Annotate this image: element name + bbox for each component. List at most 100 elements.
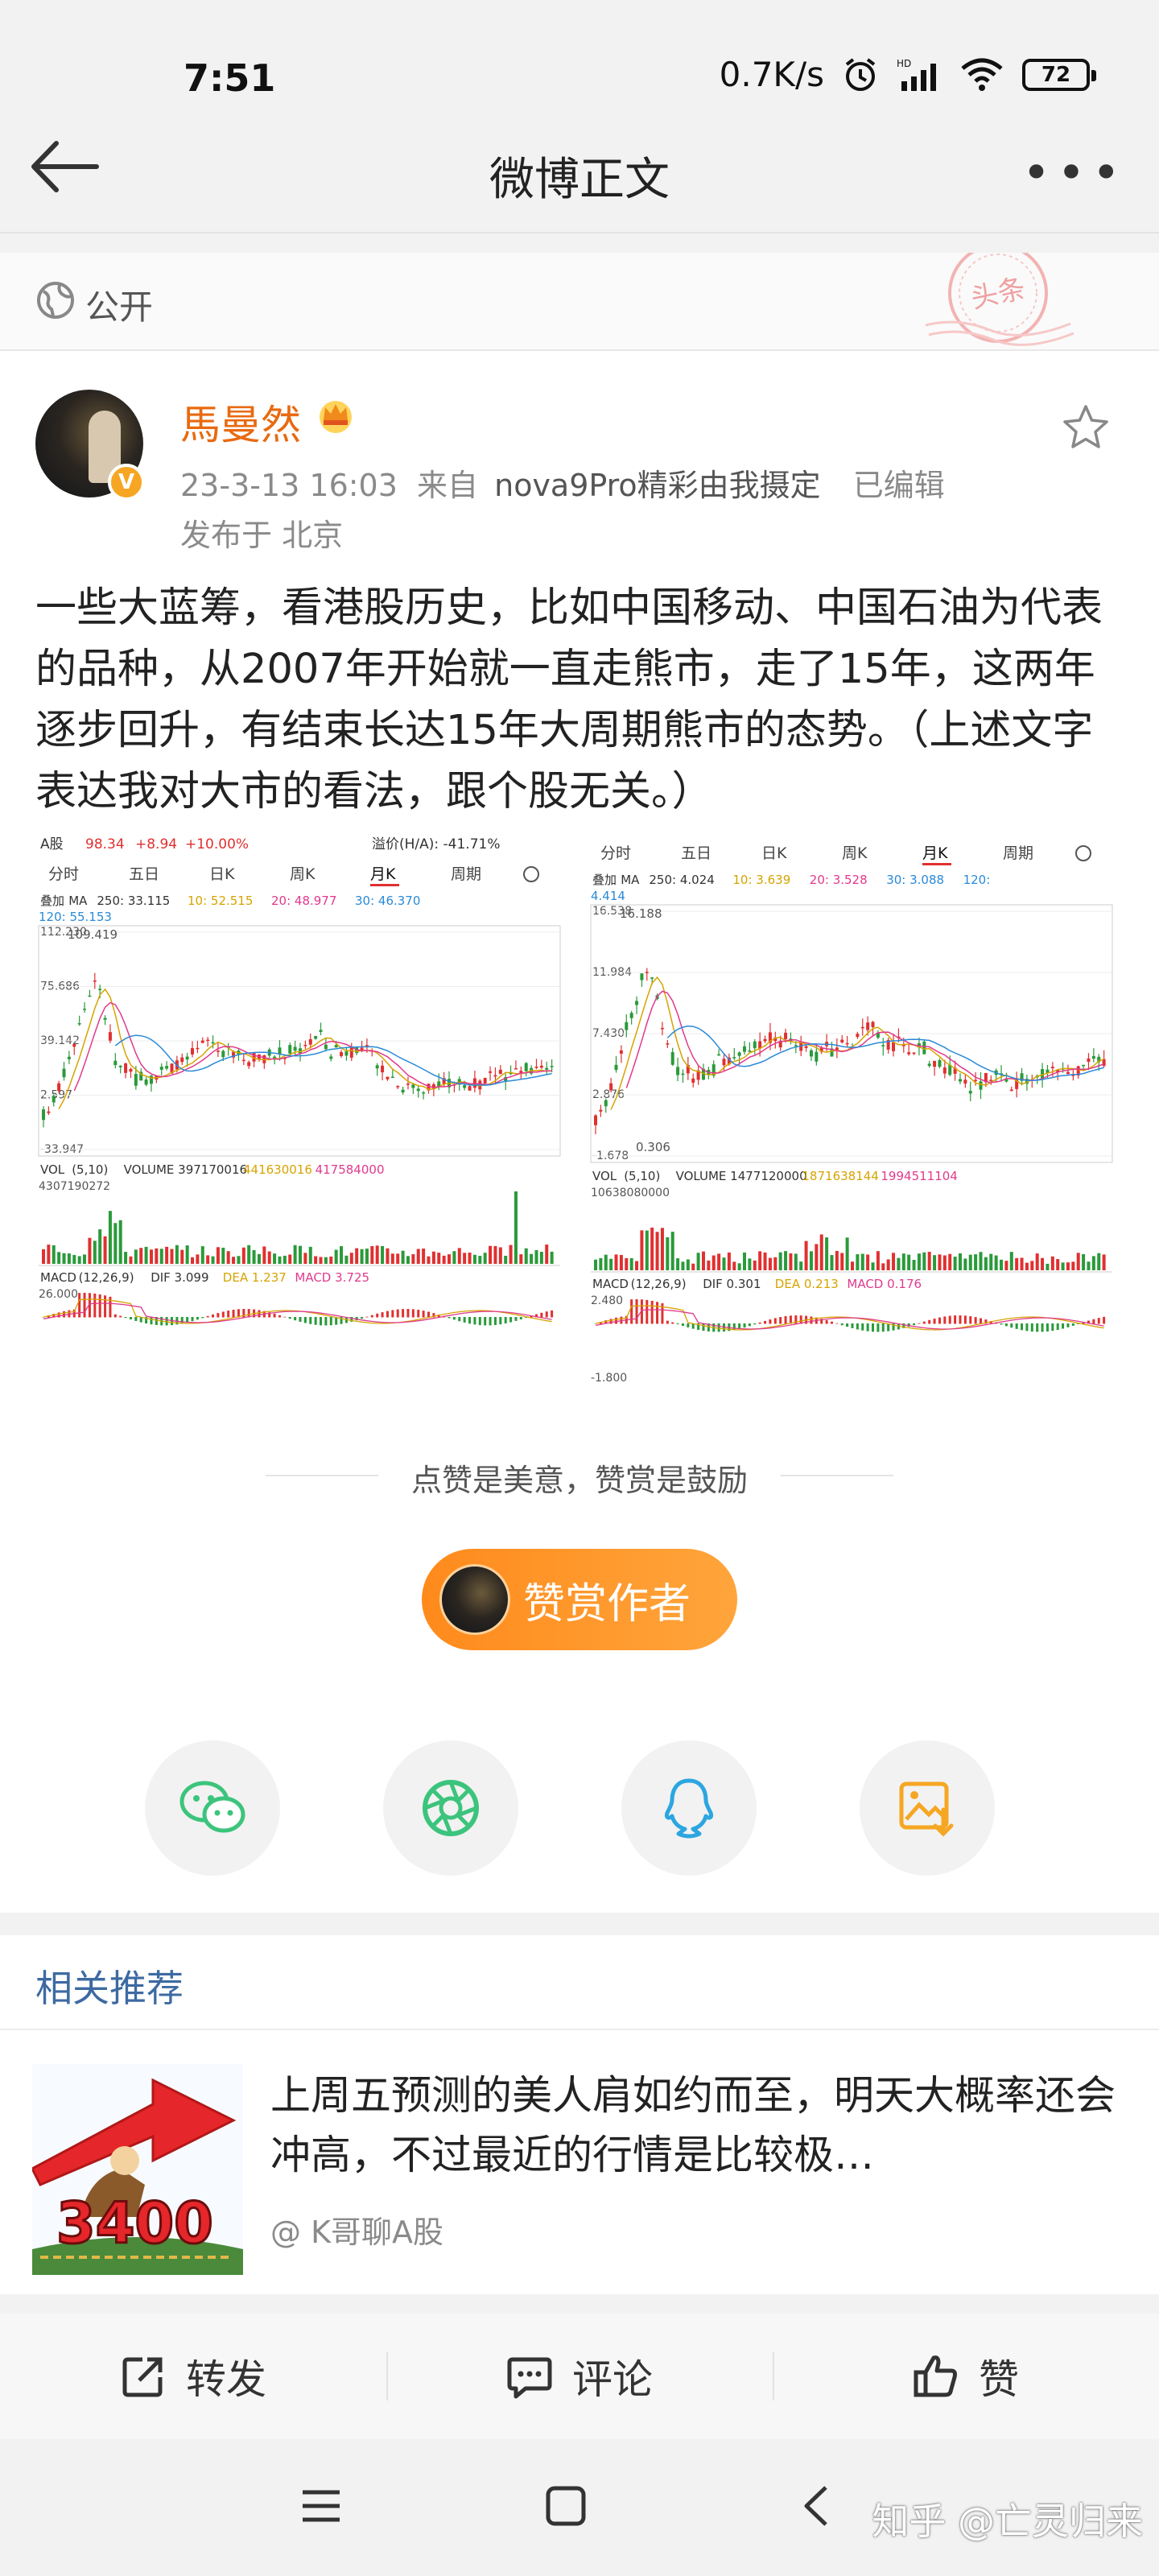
chart-pct: +10.00% [185,836,249,852]
chart-settings-icon [1075,845,1091,861]
candle-body [72,1043,76,1047]
candle-body [463,1085,467,1088]
volume-bar [794,1253,798,1270]
stock-chart-image-right[interactable]: 分时 五日 日K 周K 月K 周期 叠加 MA 250: 4.024 10: 3.639 20: 3… [588,834,1119,1385]
author-name[interactable]: 馬曼然 [180,393,301,451]
section-divider [0,1913,1159,1935]
candle-body [185,1056,189,1060]
macd-bar [954,1315,957,1324]
section-divider [0,2294,1159,2314]
post-source[interactable]: nova9Pro精彩由我摄定 [494,468,821,503]
macd-bar [422,1311,425,1318]
chart-ma-label: 30: 46.370 [355,894,420,908]
chart-macd-label: DEA 0.213 [775,1277,839,1291]
volume-bar [88,1237,92,1264]
candle-body [635,1001,639,1005]
share-wechat-button[interactable] [145,1740,280,1876]
volume-bar [1087,1261,1091,1270]
candle-body [534,1067,538,1068]
volume-bar [933,1255,937,1270]
chart-premium: 溢价(H/A): -41.71% [372,836,501,852]
chart-ma-label: 120: [963,873,991,887]
home-icon[interactable] [544,2484,588,2528]
system-nav-bar: 知乎 @亡灵归来 [0,2439,1159,2576]
edited-label: 已编辑 [852,468,945,503]
volume-bar [83,1254,87,1264]
macd-bar [851,1323,854,1328]
chart-macd-label: DEA 1.237 [223,1270,287,1285]
macd-bar [258,1310,261,1318]
candle-body [134,1074,138,1086]
macd-bar [1092,1319,1095,1324]
comment-label: 评论 [572,2356,653,2403]
share-qq-button[interactable] [621,1740,757,1876]
candle-body [927,1063,931,1067]
volume-bar [640,1230,644,1270]
candle-body [979,1081,983,1090]
macd-bar [913,1323,916,1326]
candle-body [1050,1067,1054,1069]
related-item-source[interactable]: @ K哥聊A股 [270,2207,443,2252]
macd-bar [309,1317,312,1324]
volume-bar [324,1257,328,1264]
chart-ma-label: 30: 3.088 [886,873,944,887]
volume-bar [226,1251,230,1264]
comment-button[interactable]: 评论 [386,2347,773,2405]
related-title: 相关推荐 [35,1967,184,2010]
repost-button[interactable]: 转发 [0,2347,386,2405]
favorite-star-icon[interactable] [1061,402,1111,452]
chart-ma-label: 250: 4.024 [649,873,714,887]
candle-body [609,1083,613,1091]
macd-bar [645,1299,649,1324]
volume-bar [427,1256,431,1264]
back-icon[interactable] [795,2484,839,2528]
like-button[interactable]: 赞 [773,2347,1159,2405]
candle-body [52,1096,56,1103]
chart-ma-label: MA [68,894,88,908]
candle-body [67,1056,71,1059]
volume-bar [72,1254,76,1264]
macd-bar [417,1310,420,1318]
volume-bar [221,1247,225,1264]
volume-bar [422,1249,426,1264]
volume-bar [968,1254,972,1270]
candle-body [514,1068,518,1070]
volume-bar [47,1245,51,1264]
volume-bar [98,1229,102,1264]
macd-bar [872,1323,875,1332]
macd-bar [406,1309,410,1318]
save-image-button[interactable] [860,1740,995,1876]
candle-body [550,1066,554,1067]
volume-bar [411,1254,415,1264]
related-item-text[interactable]: 上周五预测的美人肩如约而至，明天大概率还会冲高，不过最近的行情是比较极… [270,2066,1124,2185]
stock-chart-image-left[interactable]: A股 98.34 +8.94 +10.00% 溢价(H/A): -41.71% 分时 五日 日… [35,834,567,1383]
volume-bar [670,1232,674,1270]
volume-bar [159,1249,163,1264]
macd-bar [299,1317,302,1322]
macd-bar [671,1322,674,1324]
divider-line [0,2029,1159,2030]
macd-bar [810,1316,813,1324]
chart-volume-label: VOL [592,1169,617,1183]
macd-bar [635,1299,638,1324]
watermark: 知乎 @亡灵归来 [872,2500,1143,2543]
menu-icon[interactable] [299,2484,343,2528]
volume-bar [247,1245,251,1264]
macd-bar [615,1317,618,1324]
macd-bar [540,1312,543,1318]
volume-bar [545,1245,549,1264]
candle-body [942,1067,947,1074]
more-options-icon[interactable]: ••• [1022,145,1127,201]
candle-body [88,995,92,997]
macd-bar [288,1317,291,1319]
reward-author-button[interactable]: 赞赏作者 [422,1549,737,1650]
chart-tab: 分时 [48,865,79,883]
volume-bar [108,1211,112,1264]
candle-body [396,1086,400,1088]
volume-bar [825,1237,829,1270]
wifi-icon [961,58,1003,91]
share-moments-button[interactable] [383,1740,518,1876]
macd-bar [180,1317,184,1324]
volume-bar [927,1252,931,1270]
related-thumbnail[interactable]: 3400 [32,2064,243,2275]
